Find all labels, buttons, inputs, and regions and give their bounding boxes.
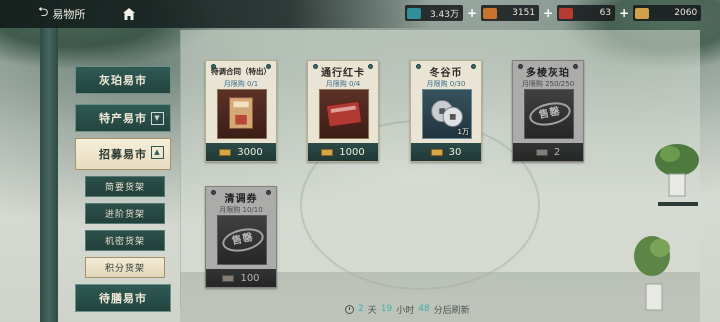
ticket-icon: 售罄 <box>217 215 267 265</box>
coupon-icon <box>430 148 443 156</box>
silver-coins-icon: 1万 <box>422 89 472 139</box>
wooden-post <box>40 0 58 322</box>
refresh-hours: 19 <box>380 304 393 314</box>
purchase-limit: 月限购 0/1 <box>223 80 259 88</box>
add-currency-button[interactable]: + <box>467 6 477 20</box>
refresh-minutes: 48 <box>418 304 430 314</box>
currency-value: 63 <box>599 8 612 18</box>
sold-out-stamp: 售罄 <box>527 98 573 130</box>
chevron-up-icon: ▲ <box>151 146 164 159</box>
red-box-icon <box>559 7 574 19</box>
item-price: 3000 <box>237 146 263 158</box>
nav-item-specialty-market[interactable]: 特产易市 ▼ <box>75 104 171 132</box>
shop-item-card-sold-out[interactable]: 清调券 月限购 10/10 售罄 100 <box>205 186 277 288</box>
clock-icon <box>345 304 354 314</box>
shop-item-card-sold-out[interactable]: 多棱灰珀 月限购 250/250 售罄 2 <box>512 60 584 162</box>
home-icon[interactable] <box>122 7 136 21</box>
currency-bar: 3.43万 + 3151 + 63 + 2060 <box>405 4 702 22</box>
red-card-icon <box>319 89 369 139</box>
item-price: 1000 <box>339 146 365 158</box>
sold-out-stamp: 售罄 <box>220 224 266 256</box>
price-bar: 1000 <box>308 143 378 161</box>
grey-gem-icon: 售罄 <box>524 89 574 139</box>
coupon-icon <box>321 148 334 156</box>
shop-item-card[interactable]: 特调合同（特出） 月限购 0/1 3000 <box>205 60 277 162</box>
contract-book-icon <box>217 89 267 139</box>
purchase-limit: 月限购 0/30 <box>426 80 466 88</box>
nav-sub-points-shelf[interactable]: 积分货架 <box>85 257 165 278</box>
add-currency-button[interactable]: + <box>619 6 629 20</box>
currency-red-box: 63 <box>557 5 616 21</box>
nav-sub-secret-shelf[interactable]: 机密货架 <box>85 230 165 251</box>
nav-item-label: 招募易市 <box>99 148 147 161</box>
item-name: 清调券 <box>224 194 258 205</box>
currency-jade: 3.43万 <box>405 5 463 21</box>
price-bar: 30 <box>411 143 481 161</box>
back-arrow-icon: ⮌ <box>38 5 49 20</box>
nav-item-recruit-market[interactable]: 招募易市 ▲ <box>75 138 171 170</box>
item-price: 2 <box>553 146 561 158</box>
nav-sub-label: 进阶货架 <box>104 210 145 220</box>
gold-coupon-icon <box>635 7 650 19</box>
item-price: 30 <box>448 146 462 158</box>
currency-value: 3151 <box>512 8 536 18</box>
currency-coupon: 2060 <box>633 5 702 21</box>
page-title: 易物所 <box>52 8 86 21</box>
refresh-minute-unit: 分后刷新 <box>433 305 470 316</box>
nav-sub-basic-shelf[interactable]: 简要货架 <box>85 176 165 197</box>
nav-item-grey-amber-market[interactable]: 灰珀易市 <box>75 66 171 94</box>
coupon-icon <box>535 148 548 156</box>
item-name: 通行红卡 <box>321 68 365 79</box>
nav-sub-advanced-shelf[interactable]: 进阶货架 <box>85 203 165 224</box>
nav-sub-label: 积分货架 <box>104 264 145 274</box>
refresh-timer: 2 天 19 小时 48 分后刷新 <box>345 302 470 316</box>
jade-ticket-icon <box>407 7 421 19</box>
currency-crate: 3151 <box>481 5 540 21</box>
item-name: 特调合同（特出） <box>211 67 271 76</box>
currency-value: 2060 <box>674 8 698 18</box>
price-bar: 3000 <box>206 143 276 161</box>
refresh-day-unit: 天 <box>367 305 377 316</box>
item-name: 多棱灰珀 <box>526 68 570 79</box>
nav-item-label: 灰珀易市 <box>99 74 147 87</box>
refresh-days: 2 <box>358 304 364 314</box>
price-bar: 2 <box>513 143 583 161</box>
orange-crate-icon <box>483 7 498 19</box>
purchase-limit: 月限购 250/250 <box>521 80 575 88</box>
price-bar: 100 <box>206 269 276 287</box>
potted-plant-decoration <box>655 144 699 206</box>
nav-sub-label: 简要货架 <box>104 183 145 193</box>
purchase-limit: 月限购 0/4 <box>325 80 361 88</box>
coupon-icon <box>222 274 235 282</box>
item-name: 冬谷币 <box>429 68 463 79</box>
purchase-limit: 月限购 10/10 <box>219 206 263 214</box>
nav-item-label: 待膳易市 <box>99 292 147 305</box>
nav-sub-label: 机密货架 <box>104 237 145 247</box>
add-currency-button[interactable]: + <box>543 6 553 20</box>
nav-item-label: 特产易市 <box>99 112 147 125</box>
potted-plant-decoration <box>634 236 670 311</box>
item-price: 100 <box>240 272 260 284</box>
shop-item-card[interactable]: 冬谷币 月限购 0/30 1万 30 <box>410 60 482 162</box>
refresh-hour-unit: 小时 <box>396 305 415 316</box>
coupon-icon <box>219 148 232 156</box>
currency-value: 3.43万 <box>429 9 459 20</box>
chevron-down-icon: ▼ <box>151 112 164 125</box>
nav-item-waiting-market[interactable]: 待膳易市 <box>75 284 171 312</box>
shop-item-card[interactable]: 通行红卡 月限购 0/4 1000 <box>307 60 379 162</box>
item-quantity: 1万 <box>457 128 469 136</box>
back-button[interactable]: ⮌ 易物所 <box>38 5 85 23</box>
